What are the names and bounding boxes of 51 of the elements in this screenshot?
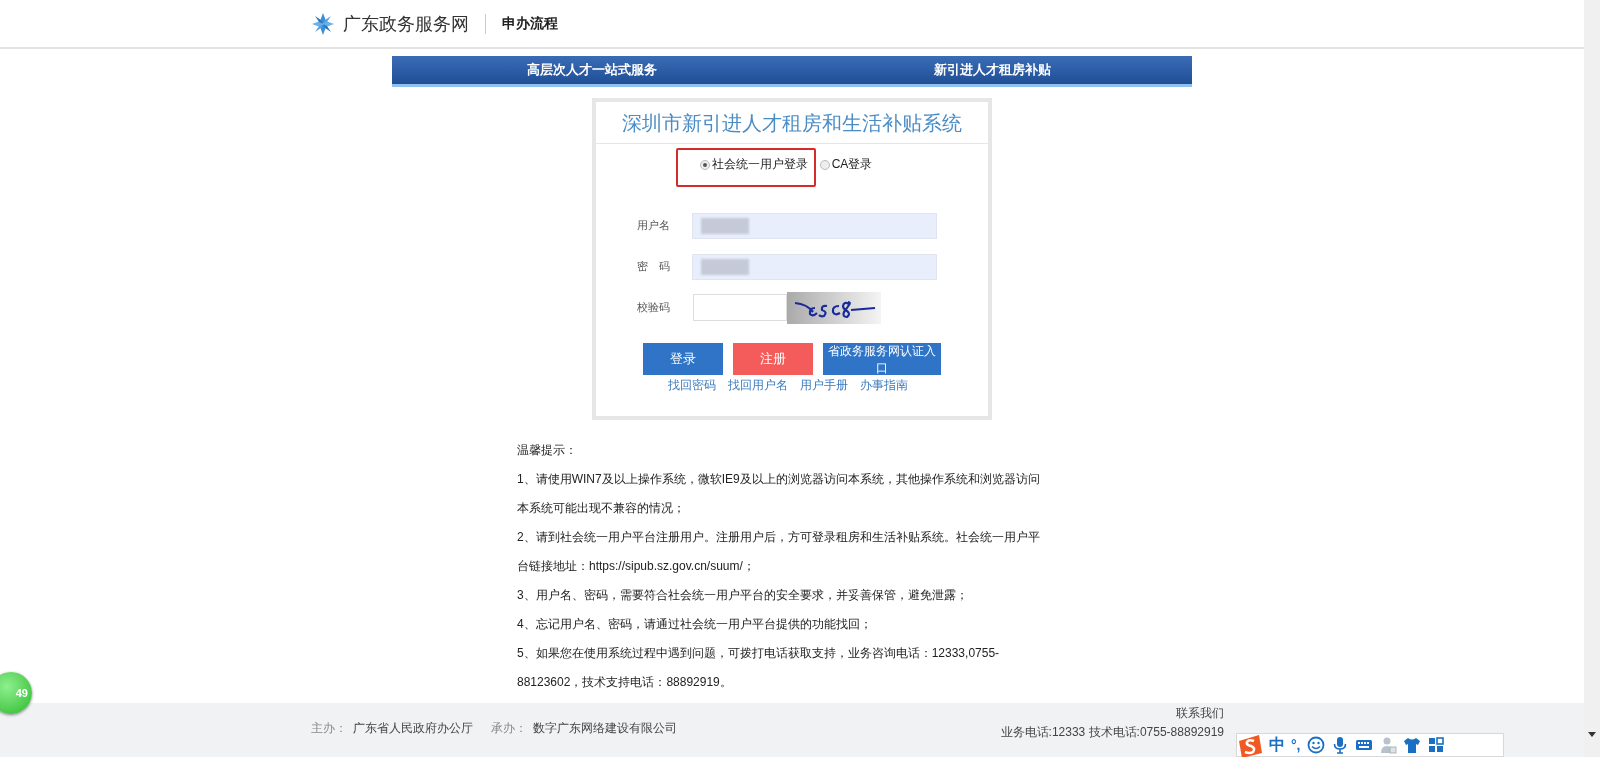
punctuation-toggle[interactable]: °, bbox=[1291, 737, 1301, 753]
radio-label: CA登录 bbox=[831, 156, 873, 173]
action-button[interactable]: 省政务服务网认证入口 bbox=[823, 343, 941, 375]
tips-heading: 温馨提示： bbox=[517, 442, 578, 459]
tip-text: 2、请到社会统一用户平台注册用户。注册用户后，方可登录租房和生活补贴系统。社会统一用户平 bbox=[517, 529, 1041, 546]
radio-option[interactable]: CA登录 bbox=[817, 148, 881, 187]
footer-text: 数字广东网络建设有限公司 bbox=[533, 720, 677, 737]
input-mode-toggle[interactable]: 中 bbox=[1269, 734, 1285, 756]
help-link[interactable]: 找回用户名 bbox=[728, 377, 788, 394]
logo-icon[interactable] bbox=[311, 11, 335, 36]
contact-title: 联系我们 bbox=[1176, 705, 1224, 722]
nav-link[interactable]: 高层次人才一站式服务 bbox=[392, 56, 792, 84]
footer-label: 承办： bbox=[491, 720, 527, 737]
help-link[interactable]: 找回密码 bbox=[668, 377, 716, 394]
login-title: 深圳市新引进人才租房和生活补贴系统 bbox=[596, 102, 988, 144]
redacted-value bbox=[701, 258, 750, 275]
captcha-image[interactable] bbox=[787, 291, 881, 324]
tip-text: 5、如果您在使用系统过程中遇到问题，可拨打电话获取支持，业务咨询电话：12333,0755- bbox=[517, 645, 1001, 662]
tip-text: 本系统可能出现不兼容的情况； bbox=[517, 500, 686, 517]
footer-text: 广东省人民政府办公厅 bbox=[353, 720, 473, 737]
action-button[interactable]: 注册 bbox=[733, 343, 813, 375]
smiley-icon[interactable] bbox=[1306, 736, 1325, 754]
scroll-down-icon[interactable] bbox=[1588, 732, 1596, 737]
highlighted-radio-option[interactable]: 社会统一用户登录 bbox=[675, 148, 816, 187]
s-logo-icon[interactable] bbox=[1237, 733, 1263, 757]
nav-link[interactable]: 新引进人才租房补贴 bbox=[792, 56, 1192, 84]
field-label: 密 码 bbox=[637, 259, 671, 274]
input-field[interactable] bbox=[692, 253, 937, 280]
input-field[interactable] bbox=[692, 212, 937, 239]
grid-icon[interactable] bbox=[1426, 736, 1445, 754]
radio-button[interactable] bbox=[699, 159, 710, 170]
help-link[interactable]: 用户手册 bbox=[800, 377, 848, 394]
scrollbar[interactable] bbox=[1584, 0, 1600, 757]
tip-text: 台链接地址：https://sipub.sz.gov.cn/suum/； bbox=[517, 558, 756, 575]
field-label: 校验码 bbox=[637, 300, 671, 315]
contact-phones: 业务电话:12333 技术电话:0755-88892919 bbox=[1000, 724, 1224, 741]
action-button[interactable]: 登录 bbox=[643, 343, 723, 375]
redacted-value bbox=[701, 217, 750, 234]
tip-text: 1、请使用WIN7及以上操作系统，微软IE9及以上的浏览器访问本系统，其他操作系统和浏览器访问 bbox=[517, 471, 1041, 488]
tip-text: 3、用户名、密码，需要符合社会统一用户平台的安全要求，并妥善保管，避免泄露； bbox=[517, 587, 969, 604]
footer-label: 主办： bbox=[311, 720, 347, 737]
section-title: 申办流程 bbox=[502, 14, 558, 33]
tip-text: 4、忘记用户名、密码，请通过社会统一用户平台提供的功能找回； bbox=[517, 616, 873, 633]
radio-button[interactable] bbox=[819, 159, 830, 170]
tip-text: 88123602，技术支持电话：88892919。 bbox=[517, 674, 733, 691]
input-field[interactable] bbox=[693, 294, 787, 321]
field-label: 用户名 bbox=[637, 218, 671, 233]
site-name[interactable]: 广东政务服务网 bbox=[343, 11, 469, 36]
shirt-icon[interactable] bbox=[1402, 736, 1421, 754]
help-link[interactable]: 办事指南 bbox=[860, 377, 908, 394]
radio-label: 社会统一用户登录 bbox=[711, 156, 808, 173]
